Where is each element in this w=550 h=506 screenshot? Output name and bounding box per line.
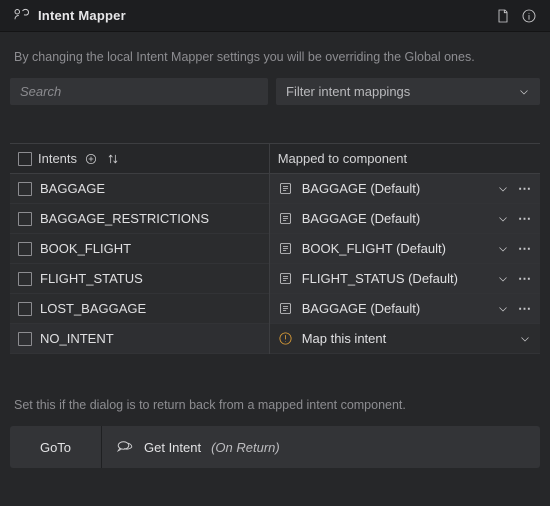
intent-label: FLIGHT_STATUS [40,271,261,286]
goto-button[interactable]: GoTo [10,426,102,468]
select-all-checkbox[interactable] [18,152,32,166]
mapping-label: BAGGAGE (Default) [302,181,488,196]
intent-row[interactable]: BAGGAGE [10,174,269,204]
mapping-row[interactable]: BAGGAGE (Default) ⋯ [270,294,540,324]
chevron-down-icon[interactable] [496,302,510,316]
search-input[interactable] [10,78,268,105]
component-icon [278,211,294,227]
sort-icon[interactable] [105,151,121,167]
add-intent-icon[interactable] [83,151,99,167]
chevron-down-icon [518,86,530,98]
component-icon [278,241,294,257]
component-icon [278,301,294,317]
intent-label: LOST_BAGGAGE [40,301,261,316]
mapped-column-header: Mapped to component [270,144,540,174]
row-checkbox[interactable] [18,182,32,196]
intent-label: BOOK_FLIGHT [40,241,261,256]
mapped-column: Mapped to component BAGGAGE (Default) ⋯ … [270,144,540,354]
filter-dropdown[interactable]: Filter intent mappings [276,78,540,105]
override-note: By changing the local Intent Mapper sett… [0,32,550,78]
mapping-row-unmapped[interactable]: Map this intent [270,324,540,354]
mapping-label: FLIGHT_STATUS (Default) [302,271,488,286]
more-icon[interactable]: ⋯ [518,241,532,257]
intent-row[interactable]: BOOK_FLIGHT [10,234,269,264]
intent-row[interactable]: FLIGHT_STATUS [10,264,269,294]
mapping-row[interactable]: BAGGAGE (Default) ⋯ [270,174,540,204]
mapping-label: BAGGAGE (Default) [302,301,488,316]
chevron-down-icon[interactable] [496,272,510,286]
component-icon [278,271,294,287]
document-icon[interactable] [494,7,512,25]
more-icon[interactable]: ⋯ [518,181,532,197]
intent-label: NO_INTENT [40,331,261,346]
get-intent-label: Get Intent [144,440,201,455]
row-checkbox[interactable] [18,302,32,316]
row-checkbox[interactable] [18,212,32,226]
more-icon[interactable]: ⋯ [518,211,532,227]
mapping-row[interactable]: FLIGHT_STATUS (Default) ⋯ [270,264,540,294]
mapping-label: BOOK_FLIGHT (Default) [302,241,488,256]
chat-icon [116,438,134,456]
intent-row[interactable]: BAGGAGE_RESTRICTIONS [10,204,269,234]
get-intent-sublabel: (On Return) [211,440,280,455]
intents-column: Intents BAGGAGE BAGGAGE_RESTRICTIONS BOO… [10,144,270,354]
mapping-label: Map this intent [302,331,510,346]
info-icon[interactable] [520,7,538,25]
footer-note: Set this if the dialog is to return back… [0,354,550,426]
component-icon [278,181,294,197]
row-checkbox[interactable] [18,272,32,286]
filter-label: Filter intent mappings [286,84,410,99]
mapped-header-label: Mapped to component [278,151,407,166]
intent-row[interactable]: LOST_BAGGAGE [10,294,269,324]
intent-mapping-grid: Intents BAGGAGE BAGGAGE_RESTRICTIONS BOO… [10,143,540,354]
intent-label: BAGGAGE_RESTRICTIONS [40,211,261,226]
chevron-down-icon[interactable] [496,212,510,226]
chevron-down-icon[interactable] [496,242,510,256]
mapping-row[interactable]: BAGGAGE (Default) ⋯ [270,204,540,234]
intents-column-header: Intents [10,144,269,174]
more-icon[interactable]: ⋯ [518,301,532,317]
intent-mapper-icon [12,5,30,26]
intent-label: BAGGAGE [40,181,261,196]
intents-header-label: Intents [38,151,77,166]
get-intent-button[interactable]: Get Intent (On Return) [102,426,540,468]
intent-row[interactable]: NO_INTENT [10,324,269,354]
warning-icon [278,331,294,347]
chevron-down-icon[interactable] [518,332,532,346]
mapping-row[interactable]: BOOK_FLIGHT (Default) ⋯ [270,234,540,264]
row-checkbox[interactable] [18,332,32,346]
goto-label: GoTo [40,440,71,455]
header: Intent Mapper [0,0,550,32]
row-checkbox[interactable] [18,242,32,256]
more-icon[interactable]: ⋯ [518,271,532,287]
controls-row: Filter intent mappings [0,78,550,115]
page-title: Intent Mapper [38,8,126,23]
chevron-down-icon[interactable] [496,182,510,196]
mapping-label: BAGGAGE (Default) [302,211,488,226]
return-action-bar: GoTo Get Intent (On Return) [10,426,540,468]
